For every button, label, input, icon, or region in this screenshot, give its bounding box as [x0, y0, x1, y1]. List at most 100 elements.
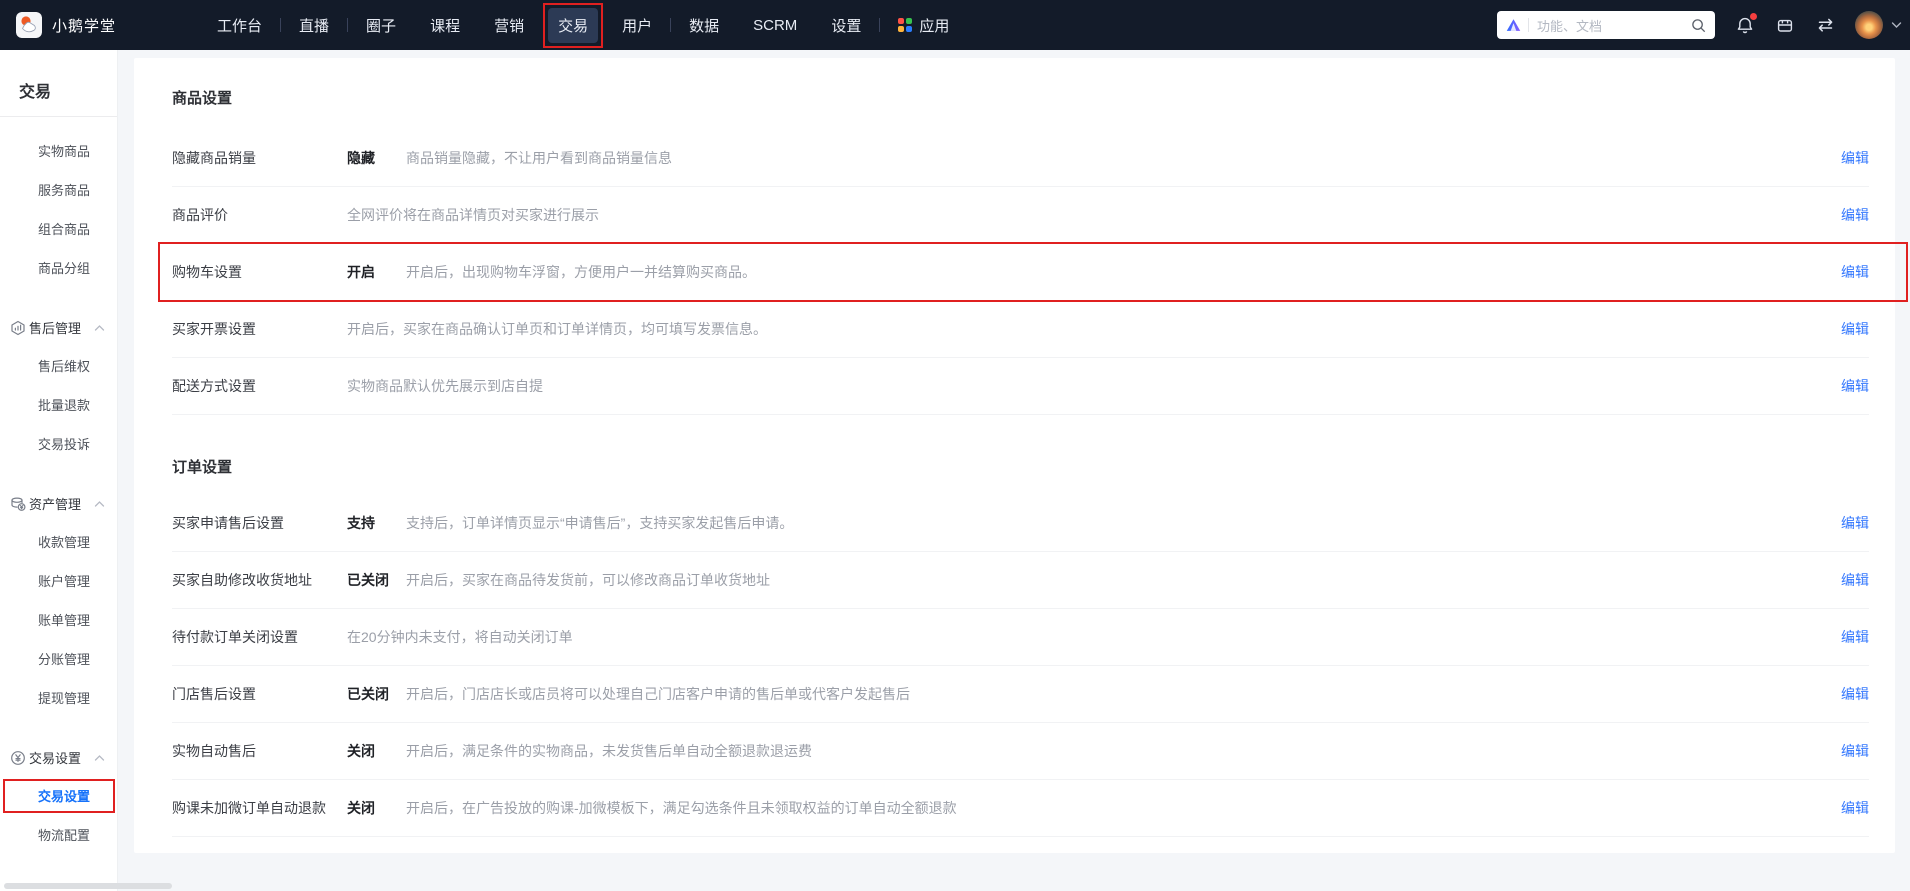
- aftersale-icon: [11, 320, 25, 335]
- edit-link[interactable]: 编辑: [1841, 741, 1869, 761]
- setting-row-hide-sales: 隐藏商品销量 隐藏 商品销量隐藏，不让用户看到商品销量信息 编辑: [172, 130, 1869, 187]
- setting-description: 开启后，满足条件的实物商品，未发货售后单自动全额退款退运费: [406, 743, 812, 759]
- store-icon[interactable]: [1775, 15, 1795, 35]
- setting-label: 买家开票设置: [172, 321, 256, 337]
- setting-description: 实物商品默认优先展示到店自提: [347, 378, 543, 394]
- sidebar-item-service-goods[interactable]: 服务商品: [0, 171, 117, 210]
- setting-row-buyer-edit-address: 买家自助修改收货地址 已关闭 开启后，买家在商品待发货前，可以修改商品订单收货地址 编…: [172, 552, 1869, 609]
- edit-link[interactable]: 编辑: [1841, 627, 1869, 647]
- nav-item-label: 营销: [494, 17, 525, 35]
- notifications-bell-icon[interactable]: [1735, 13, 1757, 35]
- search-input[interactable]: 功能、文档: [1537, 16, 1691, 35]
- main-nav: 工作台 直播 圈子 课程 营销 交易 用户 数据 SCRM 设置 应用: [200, 2, 966, 48]
- setting-row-course-auto-refund: 购课未加微订单自动退款 关闭 开启后，在广告投放的购课-加微模板下，满足勾选条件且未…: [172, 780, 1869, 837]
- setting-description: 开启后，买家在商品待发货前，可以修改商品订单收货地址: [406, 572, 770, 588]
- sidebar-item-physical-goods[interactable]: 实物商品: [0, 132, 117, 171]
- section-rows-order-settings: 买家申请售后设置 支持 支持后，订单详情页显示“申请售后”，支持买家发起售后申请。编…: [134, 495, 1895, 837]
- brand[interactable]: 小鹅学堂: [16, 12, 116, 38]
- nav-item-marketing[interactable]: 营销: [484, 8, 534, 43]
- chevron-down-icon[interactable]: [1891, 21, 1902, 29]
- sidebar-item-batch-refund[interactable]: 批量退款: [0, 386, 117, 425]
- section-rows-goods-settings: 隐藏商品销量 隐藏 商品销量隐藏，不让用户看到商品销量信息 编辑 商品评价 全网评价将在商…: [134, 130, 1908, 415]
- edit-link[interactable]: 编辑: [1841, 376, 1869, 396]
- setting-label: 购课未加微订单自动退款: [172, 800, 326, 816]
- apps-grid-icon: [898, 18, 913, 32]
- setting-row-delivery-method: 配送方式设置 实物商品默认优先展示到店自提 编辑: [172, 358, 1869, 415]
- setting-label: 实物自动售后: [172, 743, 256, 759]
- nav-item-live[interactable]: 直播: [289, 8, 339, 43]
- sidebar-item-bill-management[interactable]: 账单管理: [0, 601, 117, 640]
- sidebar-item-ledger-split[interactable]: 分账管理: [0, 640, 117, 679]
- nav-separator: [879, 18, 881, 32]
- setting-description: 开启后，在广告投放的购课-加微模板下，满足勾选条件且未领取权益的订单自动全额退款: [406, 800, 957, 816]
- setting-row-physical-auto-aftersale: 实物自动售后 关闭 开启后，满足条件的实物商品，未发货售后单自动全额退款退运费 编辑: [172, 723, 1869, 780]
- avatar[interactable]: [1855, 11, 1883, 39]
- setting-description: 支持后，订单详情页显示“申请售后”，支持买家发起售后申请。: [406, 515, 794, 531]
- setting-status: 关闭: [347, 743, 375, 759]
- edit-link[interactable]: 编辑: [1841, 570, 1869, 590]
- setting-row-buyer-aftersale: 买家申请售后设置 支持 支持后，订单详情页显示“申请售后”，支持买家发起售后申请。 编…: [172, 495, 1869, 552]
- sidebar-item-account-management[interactable]: 账户管理: [0, 562, 117, 601]
- nav-separator: [347, 18, 349, 32]
- brand-name: 小鹅学堂: [52, 17, 117, 35]
- nav-item-label: 用户: [622, 17, 653, 35]
- sidebar-item-aftersale-rights[interactable]: 售后维权: [0, 347, 117, 386]
- chevron-up-icon: [94, 324, 105, 331]
- notification-badge: [1750, 13, 1757, 20]
- edit-link[interactable]: 编辑: [1841, 148, 1869, 168]
- nav-item-scrm[interactable]: SCRM: [743, 10, 807, 41]
- edit-link[interactable]: 编辑: [1841, 262, 1869, 282]
- nav-item-apps[interactable]: 应用: [888, 8, 959, 43]
- sidebar-group-trade-settings-group[interactable]: 交易设置: [0, 738, 117, 777]
- sidebar: 交易 实物商品 服务商品 组合商品 商品分组 售后管理 售后维权 批量退款 交易投诉 资产管理收…: [0, 50, 118, 891]
- edit-link[interactable]: 编辑: [1841, 798, 1869, 818]
- nav-item-users[interactable]: 用户: [612, 8, 662, 43]
- section-title-order-settings: 订单设置: [172, 459, 233, 476]
- nav-item-label: 应用: [919, 17, 950, 35]
- trade-icon: [11, 750, 25, 765]
- sidebar-group-asset-management[interactable]: 资产管理: [0, 484, 117, 523]
- chevron-up-icon: [94, 500, 105, 507]
- nav-item-data[interactable]: 数据: [679, 8, 729, 43]
- setting-description: 开启后，出现购物车浮窗，方便用户一并结算购买商品。: [406, 264, 756, 280]
- sidebar-item-withdrawal[interactable]: 提现管理: [0, 679, 117, 718]
- search-icon[interactable]: [1691, 18, 1706, 33]
- setting-label: 买家申请售后设置: [172, 515, 284, 531]
- setting-row-unpaid-order-close: 待付款订单关闭设置 在20分钟内未支付，将自动关闭订单 编辑: [172, 609, 1869, 666]
- sidebar-item-bundle-goods[interactable]: 组合商品: [0, 210, 117, 249]
- setting-row-product-review: 商品评价 全网评价将在商品详情页对买家进行展示 编辑: [172, 187, 1869, 244]
- topbar: 小鹅学堂 工作台 直播 圈子 课程 营销 交易 用户 数据 SCRM 设置 应用 功能、文档: [0, 0, 1910, 50]
- sidebar-item-trade-settings[interactable]: 交易设置: [0, 777, 117, 816]
- sidebar-item-trade-complaints[interactable]: 交易投诉: [0, 425, 117, 464]
- nav-item-settings[interactable]: 设置: [821, 8, 871, 43]
- sidebar-item-payment-collection[interactable]: 收款管理: [0, 523, 117, 562]
- edit-link[interactable]: 编辑: [1841, 205, 1869, 225]
- sidebar-group-aftersale-management[interactable]: 售后管理: [0, 308, 117, 347]
- search-box[interactable]: 功能、文档: [1497, 11, 1715, 39]
- setting-label: 待付款订单关闭设置: [172, 629, 298, 645]
- setting-label: 购物车设置: [172, 264, 242, 280]
- setting-description: 开启后，门店店长或店员将可以处理自己门店客户申请的售后单或代客户发起售后: [406, 686, 910, 702]
- nav-item-course[interactable]: 课程: [420, 8, 470, 43]
- setting-status: 开启: [347, 264, 375, 280]
- nav-item-label: 圈子: [366, 17, 397, 35]
- nav-item-workbench[interactable]: 工作台: [207, 8, 272, 43]
- edit-link[interactable]: 编辑: [1841, 684, 1869, 704]
- nav-item-trade[interactable]: 交易: [543, 2, 604, 48]
- page: 小鹅学堂 工作台 直播 圈子 课程 营销 交易 用户 数据 SCRM 设置 应用 功能、文档: [0, 0, 1910, 891]
- setting-row-cart-settings: 购物车设置 开启 开启后，出现购物车浮窗，方便用户一并结算购买商品。 编辑: [158, 242, 1908, 302]
- settings-card: 商品设置 隐藏商品销量 隐藏 商品销量隐藏，不让用户看到商品销量信息 编辑 商品评价 全网评…: [134, 58, 1908, 853]
- switch-arrows-icon[interactable]: [1815, 15, 1835, 35]
- setting-status: 关闭: [347, 800, 375, 816]
- edit-link[interactable]: 编辑: [1841, 513, 1869, 533]
- setting-description: 商品销量隐藏，不让用户看到商品销量信息: [406, 150, 672, 166]
- sidebar-item-goods-groups[interactable]: 商品分组: [0, 249, 117, 288]
- horizontal-scrollbar[interactable]: [4, 883, 172, 889]
- setting-status: 已关闭: [347, 686, 389, 702]
- search-divider: [1528, 18, 1529, 32]
- setting-label: 买家自助修改收货地址: [172, 572, 312, 588]
- nav-item-community[interactable]: 圈子: [356, 8, 406, 43]
- sidebar-item-logistics-config[interactable]: 物流配置: [0, 816, 117, 855]
- nav-item-label: 工作台: [217, 17, 263, 35]
- edit-link[interactable]: 编辑: [1841, 319, 1869, 339]
